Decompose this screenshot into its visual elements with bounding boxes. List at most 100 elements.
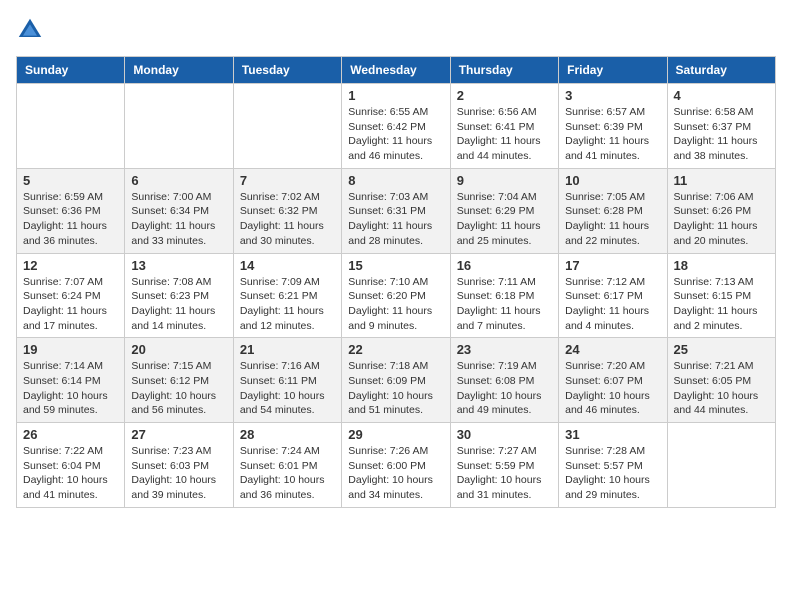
calendar-cell: 17 Sunrise: 7:12 AM Sunset: 6:17 PM Dayli… (559, 253, 667, 338)
logo (16, 16, 46, 44)
calendar-cell (667, 423, 775, 508)
day-number: 17 (565, 258, 660, 273)
calendar-week-row: 12Sunrise: 7:07 AM Sunset: 6:24 PM Dayli… (17, 253, 776, 338)
day-info: Sunrise: 7:06 AM Sunset: 6:26 PM Dayligh… (674, 190, 769, 249)
calendar-header-wednesday: Wednesday (342, 57, 450, 84)
calendar-cell: 21 Sunrise: 7:16 AM Sunset: 6:11 PM Dayli… (233, 338, 341, 423)
day-number: 11 (674, 173, 769, 188)
calendar-cell: 19 Sunrise: 7:14 AM Sunset: 6:14 PM Dayli… (17, 338, 125, 423)
day-number: 1 (348, 88, 443, 103)
calendar-cell: 10 Sunrise: 7:05 AM Sunset: 6:28 PM Dayli… (559, 168, 667, 253)
day-number: 7 (240, 173, 335, 188)
day-number: 14 (240, 258, 335, 273)
calendar-cell: 22 Sunrise: 7:18 AM Sunset: 6:09 PM Dayli… (342, 338, 450, 423)
calendar-header-row: SundayMondayTuesdayWednesdayThursdayFrid… (17, 57, 776, 84)
day-number: 20 (131, 342, 226, 357)
calendar-cell: 25 Sunrise: 7:21 AM Sunset: 6:05 PM Dayli… (667, 338, 775, 423)
day-info: Sunrise: 6:55 AM Sunset: 6:42 PM Dayligh… (348, 105, 443, 164)
day-number: 29 (348, 427, 443, 442)
day-number: 4 (674, 88, 769, 103)
calendar-week-row: 5 Sunrise: 6:59 AM Sunset: 6:36 PM Daylig… (17, 168, 776, 253)
day-info: Sunrise: 7:12 AM Sunset: 6:17 PM Dayligh… (565, 275, 660, 334)
calendar-cell: 29 Sunrise: 7:26 AM Sunset: 6:00 PM Dayli… (342, 423, 450, 508)
day-number: 28 (240, 427, 335, 442)
calendar-cell: 18 Sunrise: 7:13 AM Sunset: 6:15 PM Dayli… (667, 253, 775, 338)
day-number: 19 (23, 342, 118, 357)
calendar-cell: 31 Sunrise: 7:28 AM Sunset: 5:57 PM Dayli… (559, 423, 667, 508)
calendar-cell: 28 Sunrise: 7:24 AM Sunset: 6:01 PM Dayli… (233, 423, 341, 508)
calendar-cell: 5 Sunrise: 6:59 AM Sunset: 6:36 PM Daylig… (17, 168, 125, 253)
day-info: Sunrise: 6:59 AM Sunset: 6:36 PM Dayligh… (23, 190, 118, 249)
day-info: Sunrise: 7:09 AM Sunset: 6:21 PM Dayligh… (240, 275, 335, 334)
calendar-week-row: 26 Sunrise: 7:22 AM Sunset: 6:04 PM Dayli… (17, 423, 776, 508)
day-number: 25 (674, 342, 769, 357)
day-info: Sunrise: 7:04 AM Sunset: 6:29 PM Dayligh… (457, 190, 552, 249)
day-info: Sunrise: 6:56 AM Sunset: 6:41 PM Dayligh… (457, 105, 552, 164)
calendar-cell: 3Sunrise: 6:57 AM Sunset: 6:39 PM Daylig… (559, 84, 667, 169)
day-info: Sunrise: 7:16 AM Sunset: 6:11 PM Dayligh… (240, 359, 335, 418)
day-info: Sunrise: 7:26 AM Sunset: 6:00 PM Dayligh… (348, 444, 443, 503)
calendar-cell: 7 Sunrise: 7:02 AM Sunset: 6:32 PM Daylig… (233, 168, 341, 253)
calendar-cell: 8 Sunrise: 7:03 AM Sunset: 6:31 PM Daylig… (342, 168, 450, 253)
day-info: Sunrise: 7:15 AM Sunset: 6:12 PM Dayligh… (131, 359, 226, 418)
calendar-cell: 6 Sunrise: 7:00 AM Sunset: 6:34 PM Daylig… (125, 168, 233, 253)
day-number: 26 (23, 427, 118, 442)
day-info: Sunrise: 7:00 AM Sunset: 6:34 PM Dayligh… (131, 190, 226, 249)
day-number: 2 (457, 88, 552, 103)
calendar-cell: 23 Sunrise: 7:19 AM Sunset: 6:08 PM Dayli… (450, 338, 558, 423)
day-info: Sunrise: 7:02 AM Sunset: 6:32 PM Dayligh… (240, 190, 335, 249)
calendar-header-monday: Monday (125, 57, 233, 84)
day-info: Sunrise: 7:28 AM Sunset: 5:57 PM Dayligh… (565, 444, 660, 503)
day-number: 21 (240, 342, 335, 357)
calendar-cell: 24Sunrise: 7:20 AM Sunset: 6:07 PM Dayli… (559, 338, 667, 423)
calendar-cell: 26 Sunrise: 7:22 AM Sunset: 6:04 PM Dayli… (17, 423, 125, 508)
day-number: 23 (457, 342, 552, 357)
calendar-cell: 30Sunrise: 7:27 AM Sunset: 5:59 PM Dayli… (450, 423, 558, 508)
day-info: Sunrise: 7:24 AM Sunset: 6:01 PM Dayligh… (240, 444, 335, 503)
day-number: 6 (131, 173, 226, 188)
day-info: Sunrise: 7:14 AM Sunset: 6:14 PM Dayligh… (23, 359, 118, 418)
day-info: Sunrise: 6:57 AM Sunset: 6:39 PM Dayligh… (565, 105, 660, 164)
day-number: 18 (674, 258, 769, 273)
day-info: Sunrise: 7:08 AM Sunset: 6:23 PM Dayligh… (131, 275, 226, 334)
day-number: 13 (131, 258, 226, 273)
calendar-week-row: 19 Sunrise: 7:14 AM Sunset: 6:14 PM Dayli… (17, 338, 776, 423)
calendar-table: SundayMondayTuesdayWednesdayThursdayFrid… (16, 56, 776, 508)
day-number: 22 (348, 342, 443, 357)
day-info: Sunrise: 7:05 AM Sunset: 6:28 PM Dayligh… (565, 190, 660, 249)
calendar-cell (125, 84, 233, 169)
day-info: Sunrise: 7:22 AM Sunset: 6:04 PM Dayligh… (23, 444, 118, 503)
calendar-cell: 13 Sunrise: 7:08 AM Sunset: 6:23 PM Dayli… (125, 253, 233, 338)
day-info: Sunrise: 7:07 AM Sunset: 6:24 PM Dayligh… (23, 275, 118, 334)
calendar-cell (233, 84, 341, 169)
day-info: Sunrise: 7:03 AM Sunset: 6:31 PM Dayligh… (348, 190, 443, 249)
day-info: Sunrise: 7:18 AM Sunset: 6:09 PM Dayligh… (348, 359, 443, 418)
day-info: Sunrise: 7:13 AM Sunset: 6:15 PM Dayligh… (674, 275, 769, 334)
calendar-cell: 27Sunrise: 7:23 AM Sunset: 6:03 PM Dayli… (125, 423, 233, 508)
calendar-cell: 2 Sunrise: 6:56 AM Sunset: 6:41 PM Daylig… (450, 84, 558, 169)
day-number: 30 (457, 427, 552, 442)
day-info: Sunrise: 6:58 AM Sunset: 6:37 PM Dayligh… (674, 105, 769, 164)
day-number: 16 (457, 258, 552, 273)
calendar-cell: 11 Sunrise: 7:06 AM Sunset: 6:26 PM Dayli… (667, 168, 775, 253)
day-info: Sunrise: 7:11 AM Sunset: 6:18 PM Dayligh… (457, 275, 552, 334)
day-number: 5 (23, 173, 118, 188)
page-header (16, 16, 776, 44)
day-number: 31 (565, 427, 660, 442)
calendar-header-sunday: Sunday (17, 57, 125, 84)
calendar-cell: 1 Sunrise: 6:55 AM Sunset: 6:42 PM Daylig… (342, 84, 450, 169)
day-number: 10 (565, 173, 660, 188)
day-info: Sunrise: 7:19 AM Sunset: 6:08 PM Dayligh… (457, 359, 552, 418)
day-number: 27 (131, 427, 226, 442)
day-info: Sunrise: 7:20 AM Sunset: 6:07 PM Dayligh… (565, 359, 660, 418)
day-number: 8 (348, 173, 443, 188)
calendar-cell: 20 Sunrise: 7:15 AM Sunset: 6:12 PM Dayli… (125, 338, 233, 423)
calendar-header-saturday: Saturday (667, 57, 775, 84)
calendar-cell: 14 Sunrise: 7:09 AM Sunset: 6:21 PM Dayli… (233, 253, 341, 338)
calendar-cell: 15Sunrise: 7:10 AM Sunset: 6:20 PM Dayli… (342, 253, 450, 338)
day-info: Sunrise: 7:21 AM Sunset: 6:05 PM Dayligh… (674, 359, 769, 418)
calendar-cell: 9Sunrise: 7:04 AM Sunset: 6:29 PM Daylig… (450, 168, 558, 253)
calendar-header-tuesday: Tuesday (233, 57, 341, 84)
logo-icon (16, 16, 44, 44)
calendar-cell: 4 Sunrise: 6:58 AM Sunset: 6:37 PM Daylig… (667, 84, 775, 169)
